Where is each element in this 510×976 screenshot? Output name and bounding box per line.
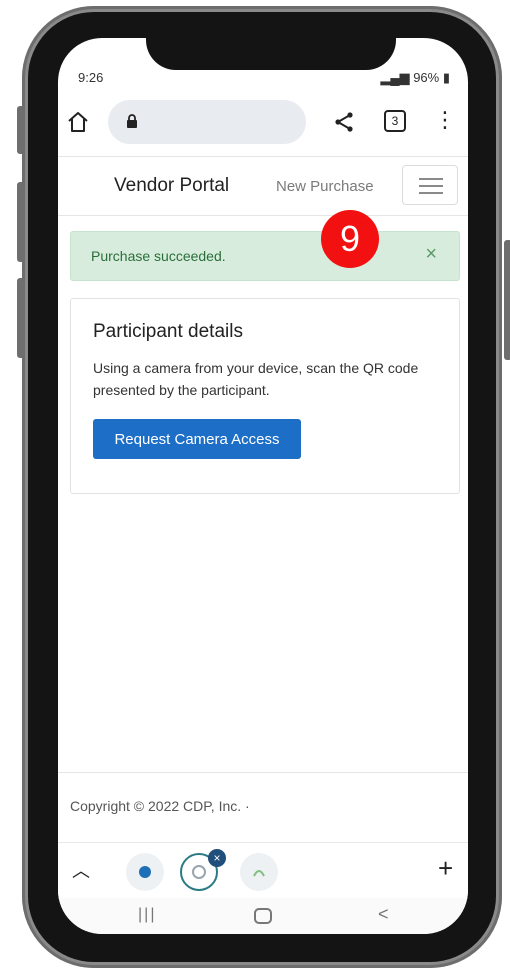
address-bar[interactable] — [108, 100, 306, 144]
hamburger-bar — [419, 192, 443, 194]
browser-toolbar: 3 ⋮ — [58, 96, 468, 152]
request-camera-access-button[interactable]: Request Camera Access — [93, 419, 301, 459]
app-icon — [139, 866, 151, 878]
site-navbar: Vendor Portal New Purchase — [58, 156, 468, 216]
tab-thumbnail[interactable] — [126, 853, 164, 891]
status-icons: ▂▄▆ 96% ▮ — [380, 70, 450, 86]
card-description: Using a camera from your device, scan th… — [93, 360, 419, 398]
battery-level: 96% — [413, 70, 440, 85]
battery-icon: ▮ — [442, 70, 450, 85]
chevron-up-icon[interactable]: ︿ — [72, 857, 90, 883]
back-icon[interactable]: < — [378, 904, 389, 925]
home-button-icon[interactable] — [254, 908, 272, 924]
browser-tab-strip: ︿ × + — [58, 842, 468, 899]
camera-notch — [146, 38, 396, 70]
success-alert: Purchase succeeded. × — [70, 231, 460, 281]
status-time: 9:26 — [78, 70, 104, 85]
copyright-text: Copyright © 2022 CDP, Inc. · — [70, 798, 250, 814]
hamburger-icon[interactable] — [402, 165, 458, 205]
tabs-icon[interactable]: 3 — [384, 110, 406, 132]
signal-icon: ▂▄▆ — [380, 70, 410, 85]
phone-power-button — [504, 240, 510, 360]
close-icon[interactable]: × — [425, 243, 437, 266]
alert-message: Purchase succeeded. — [91, 248, 226, 264]
participant-card: Participant details Using a camera from … — [70, 298, 460, 494]
hamburger-bar — [419, 185, 443, 187]
status-bar: 9:26 ▂▄▆ 96% ▮ — [58, 68, 468, 90]
app-icon — [253, 870, 265, 877]
android-nav-bar: ||| < — [58, 898, 468, 934]
close-icon[interactable]: × — [208, 849, 226, 867]
nav-link-new-purchase[interactable]: New Purchase — [276, 178, 374, 195]
home-icon[interactable] — [66, 110, 90, 134]
plus-icon[interactable]: + — [438, 853, 453, 884]
phone-side-button — [17, 278, 25, 358]
hamburger-bar — [419, 178, 443, 180]
card-title: Participant details — [93, 321, 243, 342]
tab-thumbnail[interactable] — [240, 853, 278, 891]
page-footer: Copyright © 2022 CDP, Inc. · — [58, 772, 468, 839]
phone-screen: 9:26 ▂▄▆ 96% ▮ 3 ⋮ Vendor Portal New Pur… — [58, 38, 468, 934]
phone-side-button — [17, 106, 25, 154]
share-icon[interactable] — [332, 110, 356, 134]
menu-dots-icon[interactable]: ⋮ — [434, 109, 456, 134]
recents-icon[interactable]: ||| — [138, 906, 156, 924]
phone-side-button — [17, 182, 25, 262]
app-icon — [192, 865, 206, 879]
lock-icon — [127, 114, 137, 128]
brand-link[interactable]: Vendor Portal — [114, 175, 229, 197]
step-badge: 9 — [321, 210, 379, 268]
